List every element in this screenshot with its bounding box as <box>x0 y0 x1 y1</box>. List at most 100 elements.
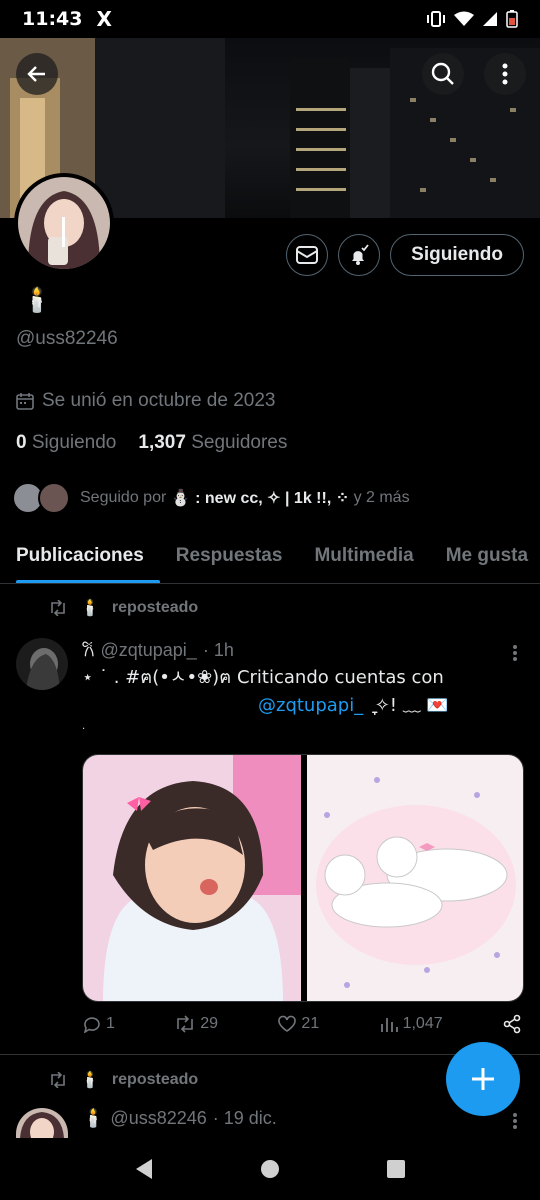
more-options-button[interactable] <box>484 53 526 95</box>
views-chart-icon <box>380 1018 398 1032</box>
media-image-2[interactable] <box>307 755 523 1001</box>
status-bar: 11:43 X <box>0 0 540 38</box>
avatar-photo <box>16 1108 68 1138</box>
followed-by-names: ⛄ : new cc, ✧ | 1k !!, ⁘ <box>170 490 350 507</box>
author-name[interactable]: 🕯️ <box>82 1108 104 1129</box>
more-vertical-icon <box>502 63 508 85</box>
calendar-icon <box>16 393 34 410</box>
display-name: 🕯️ <box>22 286 52 314</box>
post-time[interactable]: · 1h <box>203 640 234 661</box>
heart-icon <box>278 1015 297 1032</box>
vibrate-icon <box>427 11 445 27</box>
post-more-button[interactable] <box>512 644 518 662</box>
post-actions: 1 29 21 1,047 <box>82 1014 522 1034</box>
more-vertical-icon <box>513 1113 517 1129</box>
share-button[interactable] <box>502 1014 522 1034</box>
profile-tabs: Publicaciones Respuestas Multimedia Me g… <box>0 528 540 584</box>
follow-counts: 0 Siguiendo 1,307 Seguidores <box>16 432 287 454</box>
photo-cats <box>307 755 523 1001</box>
joined-date: Se unió en octubre de 2023 <box>16 390 275 412</box>
like-count: 21 <box>301 1015 320 1032</box>
status-icons <box>426 10 518 28</box>
share-icon <box>503 1014 521 1034</box>
tab-posts[interactable]: Publicaciones <box>0 528 160 583</box>
following-label: Siguiendo <box>31 432 117 453</box>
more-vertical-icon <box>513 645 517 661</box>
notifications-button[interactable] <box>338 234 381 276</box>
mention-link[interactable]: @zqtupapi_ <box>258 695 363 716</box>
post-text-line: ⋆ ˙ . #ฅ(•ㅅ•❀)ฅ Criticando cuentas con <box>82 667 444 688</box>
back-button[interactable] <box>16 53 58 95</box>
envelope-icon <box>296 246 319 264</box>
following-count-link[interactable]: 0 Siguiendo <box>16 432 116 454</box>
post-header: 🕯️ @uss82246 · 19 dic. <box>82 1108 277 1129</box>
joined-text: Se unió en octubre de 2023 <box>42 390 276 411</box>
x-logo-icon: X <box>96 7 112 31</box>
tab-media[interactable]: Multimedia <box>298 528 429 583</box>
system-nav-bar <box>0 1138 540 1200</box>
followed-by-suffix: y 2 más <box>353 489 410 506</box>
media-image-1[interactable] <box>83 755 301 1001</box>
followed-by-prefix: Seguido por <box>80 489 167 506</box>
tab-likes[interactable]: Me gusta <box>430 528 540 583</box>
followed-by-avatars <box>12 481 76 515</box>
repost-count: 29 <box>200 1015 219 1032</box>
status-time: 11:43 <box>22 8 83 30</box>
profile-handle: @uss82246 <box>16 328 118 349</box>
repost-indicator: 🕯️ reposteado <box>48 598 198 618</box>
followed-by-row[interactable]: Seguido por ⛄ : new cc, ✧ | 1k !!, ⁘ y 2… <box>12 480 410 516</box>
photo-portrait <box>83 755 301 1001</box>
post-text-line: . <box>82 721 86 732</box>
avatar-photo <box>16 638 68 690</box>
like-button[interactable]: 21 <box>277 1015 319 1033</box>
post-text-line: @zqtupapi_ ִֶָ ✧! ﹏ 💌 <box>82 692 522 720</box>
repost-icon <box>177 1015 194 1033</box>
search-icon <box>431 62 454 85</box>
author-handle[interactable]: @uss82246 <box>110 1108 206 1129</box>
views-button[interactable]: 1,047 <box>379 1015 443 1033</box>
mini-avatar <box>38 482 70 514</box>
post-author-avatar[interactable] <box>16 1108 68 1138</box>
post-text: ⋆ ˙ . #ฅ(•ㅅ•❀)ฅ Criticando cuentas con @… <box>82 664 522 734</box>
recents-square-icon[interactable] <box>386 1159 406 1179</box>
signal-icon <box>483 12 497 26</box>
repost-button[interactable]: 29 <box>174 1015 218 1033</box>
reply-icon <box>83 1017 100 1033</box>
tab-replies[interactable]: Respuestas <box>160 528 299 583</box>
repost-user: 🕯️ <box>80 600 100 617</box>
battery-icon <box>506 10 518 28</box>
post-media[interactable] <box>82 754 524 1002</box>
author-name[interactable]: 𐙚 <box>82 638 94 662</box>
repost-user: 🕯️ <box>80 1072 100 1089</box>
following-count: 0 <box>16 432 27 453</box>
repost-label: reposteado <box>111 1071 199 1088</box>
author-handle[interactable]: @zqtupapi_ <box>100 640 196 661</box>
views-count: 1,047 <box>402 1015 443 1032</box>
post-time[interactable]: · 19 dic. <box>213 1108 277 1129</box>
reply-button[interactable]: 1 <box>82 1015 115 1033</box>
followers-count-link[interactable]: 1,307 Seguidores <box>138 432 287 454</box>
search-button[interactable] <box>422 53 464 95</box>
avatar-photo <box>18 177 110 269</box>
back-triangle-icon[interactable] <box>134 1158 154 1180</box>
wifi-icon <box>454 11 474 26</box>
following-button[interactable]: Siguiendo <box>390 234 524 276</box>
bell-check-icon <box>352 244 369 265</box>
repost-label: reposteado <box>111 599 199 616</box>
repost-icon <box>51 1072 65 1088</box>
profile-actions: Siguiendo <box>286 234 524 276</box>
post-author-avatar[interactable] <box>16 638 68 690</box>
followers-label: Seguidores <box>191 432 288 453</box>
repost-indicator: 🕯️ reposteado <box>48 1070 198 1090</box>
post-header: 𐙚 @zqtupapi_ · 1h <box>82 638 234 662</box>
followers-count: 1,307 <box>138 432 186 453</box>
message-button[interactable] <box>286 234 329 276</box>
home-circle-icon[interactable] <box>260 1159 280 1179</box>
repost-icon <box>51 600 65 616</box>
reply-count: 1 <box>106 1015 115 1032</box>
profile-avatar[interactable] <box>14 173 114 273</box>
post-more-button[interactable] <box>512 1112 518 1130</box>
compose-post-button[interactable] <box>446 1042 520 1116</box>
plus-icon <box>472 1068 494 1090</box>
arrow-left-icon <box>27 66 45 82</box>
